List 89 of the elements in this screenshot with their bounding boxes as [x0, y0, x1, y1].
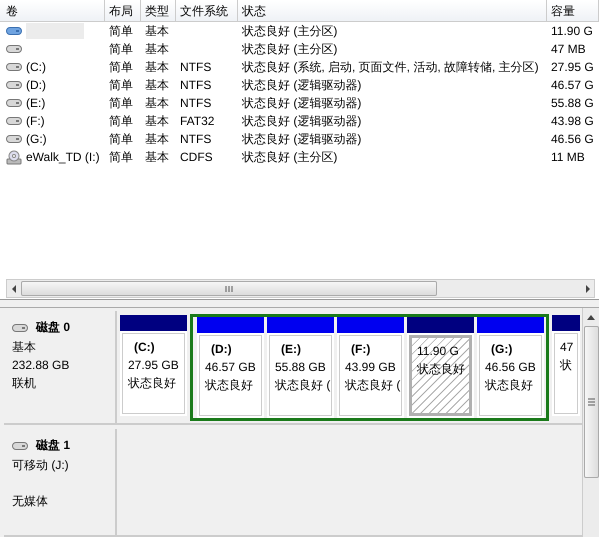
- drive-icon: [12, 324, 28, 332]
- table-cell: 46.57 G: [551, 78, 594, 92]
- table-cell: 状态良好 (系统, 启动, 页面文件, 活动, 故障转储, 主分区): [242, 58, 539, 76]
- partition-block[interactable]: 11.90 G 状态良好: [407, 317, 474, 418]
- partition-block[interactable]: (E:) 55.88 GB 状态良好 (: [267, 317, 334, 418]
- table-cell: 状态良好 (逻辑驱动器): [242, 112, 362, 130]
- partition-size: 43.99 GB: [345, 359, 397, 376]
- partition-block[interactable]: (D:) 46.57 GB 状态良好: [197, 317, 264, 418]
- volume-name: eWalk_TD (I:): [26, 150, 100, 164]
- table-cell: 状态良好 (逻辑驱动器): [242, 76, 362, 94]
- column-header[interactable]: 卷: [0, 0, 105, 21]
- partition-status: 状态良好: [128, 375, 177, 392]
- table-cell: 基本: [145, 148, 169, 166]
- table-cell: 55.88 G: [551, 96, 594, 110]
- table-cell: 状态良好 (逻辑驱动器): [242, 94, 362, 112]
- table-cell: 基本: [145, 76, 169, 94]
- scrollbar-thumb[interactable]: [21, 281, 437, 296]
- table-cell: 状态良好 (主分区): [242, 148, 338, 166]
- disk-detail: 无媒体: [12, 493, 49, 510]
- partition-status: 状态良好: [485, 377, 534, 394]
- column-header[interactable]: 文件系统: [176, 0, 238, 21]
- disk-detail: 232.88 GB: [12, 357, 70, 374]
- table-cell: 基本: [145, 22, 169, 40]
- table-cell: 47 MB: [551, 42, 586, 56]
- table-cell: NTFS: [180, 132, 212, 146]
- table-cell: 基本: [145, 40, 169, 58]
- table-cell: 基本: [145, 58, 169, 76]
- partition-size: 47: [560, 339, 574, 356]
- partition-block[interactable]: (C:) 27.95 GB 状态良好: [120, 315, 187, 416]
- table-cell: 简单: [109, 58, 133, 76]
- table-cell: NTFS: [180, 78, 212, 92]
- column-header[interactable]: 类型: [141, 0, 176, 21]
- disk-name: 磁盘 0: [36, 319, 70, 336]
- table-cell: 状态良好 (主分区): [242, 40, 338, 58]
- partition-block[interactable]: (F:) 43.99 GB 状态良好 (: [337, 317, 404, 418]
- table-cell: 状态良好 (逻辑驱动器): [242, 130, 362, 148]
- table-cell: 43.98 G: [551, 114, 594, 128]
- disk-name: 磁盘 1: [36, 437, 70, 454]
- volume-name: (C:): [26, 60, 46, 74]
- table-cell: 简单: [109, 94, 133, 112]
- table-cell: NTFS: [180, 60, 212, 74]
- table-cell: FAT32: [180, 114, 214, 128]
- partition-label: (E:): [280, 341, 302, 358]
- column-header[interactable]: 容量: [547, 0, 599, 21]
- partition-size: 55.88 GB: [275, 359, 327, 376]
- table-cell: NTFS: [180, 96, 212, 110]
- volume-name: (E:): [26, 96, 46, 110]
- table-cell: 简单: [109, 148, 133, 166]
- table-cell: 11.90 G: [551, 24, 593, 38]
- table-cell: CDFS: [180, 150, 213, 164]
- volume-name: (D:): [26, 78, 46, 92]
- column-header[interactable]: 状态: [238, 0, 547, 21]
- partition-status: 状态良好 (: [345, 377, 401, 394]
- table-cell: 状态良好 (主分区): [242, 22, 338, 40]
- table-cell: 46.56 G: [551, 132, 594, 146]
- scrollbar-thumb[interactable]: [584, 326, 598, 478]
- partition-block[interactable]: 47 状: [552, 315, 580, 416]
- volume-name: (F:): [26, 114, 45, 128]
- table-cell: 27.95 G: [551, 60, 594, 74]
- volume-name: (G:): [26, 132, 47, 146]
- partition-label: (C:): [133, 339, 156, 356]
- table-cell: 11 MB: [551, 150, 585, 164]
- table-cell: 简单: [109, 40, 133, 58]
- partition-status: 状态良好 (: [275, 377, 331, 394]
- partition-size: 46.56 GB: [485, 359, 537, 376]
- partition-size: 11.90 G: [417, 343, 460, 360]
- drive-icon: [12, 442, 28, 450]
- disk-detail: 联机: [12, 375, 37, 392]
- table-cell: 简单: [109, 112, 133, 130]
- table-cell: 基本: [145, 130, 169, 148]
- vertical-scrollbar[interactable]: [582, 308, 599, 537]
- partition-status: 状态良好: [417, 361, 466, 378]
- table-cell: 简单: [109, 76, 133, 94]
- partition-block[interactable]: (G:) 46.56 GB 状态良好: [477, 317, 544, 418]
- partition-status: 状态良好: [205, 377, 254, 394]
- table-cell: 简单: [109, 22, 133, 40]
- disk-detail: 可移动 (J:): [12, 457, 70, 474]
- partition-label: (F:): [350, 341, 372, 358]
- partition-size: 46.57 GB: [205, 359, 257, 376]
- table-cell: 简单: [109, 130, 133, 148]
- partition-status: 状: [560, 357, 573, 374]
- table-cell: 基本: [145, 94, 169, 112]
- partition-label: (D:): [210, 341, 233, 358]
- disk-detail: 基本: [12, 339, 37, 356]
- column-header[interactable]: 布局: [105, 0, 141, 21]
- table-cell: 基本: [145, 112, 169, 130]
- partition-size: 27.95 GB: [128, 357, 180, 374]
- horizontal-scrollbar[interactable]: [6, 279, 595, 298]
- partition-label: (G:): [490, 341, 514, 358]
